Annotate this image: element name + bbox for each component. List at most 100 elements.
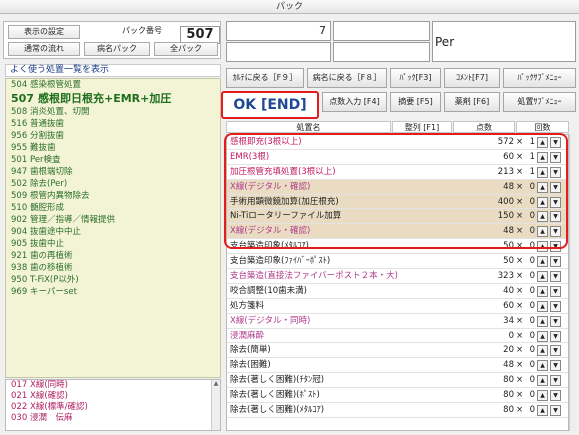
table-row[interactable]: 除去(著しく困難)(ﾎﾟｽﾄ) 80 × 0 ▲ ▼ [227, 388, 568, 404]
top-field-3[interactable] [333, 21, 430, 41]
spin-down-icon[interactable]: ▼ [550, 315, 561, 327]
spin-down-icon[interactable]: ▼ [550, 166, 561, 178]
frequent-list-item[interactable]: 509 根管内異物除去 [6, 190, 220, 202]
medicine-button[interactable]: 薬剤 [F6] [444, 92, 500, 112]
spin-up-icon[interactable]: ▲ [537, 375, 548, 387]
spin-up-icon[interactable]: ▲ [537, 256, 548, 268]
comment-button[interactable]: ｺﾒﾝﾄ[F7] [444, 68, 500, 88]
spin-up-icon[interactable]: ▲ [537, 300, 548, 312]
table-row[interactable]: 処方箋料 60 × 0 ▲ ▼ [227, 299, 568, 314]
procedure-list-item[interactable]: 030 浸潤 伝麻 [6, 413, 220, 424]
table-row[interactable]: 支台築造印象(ﾌｧｲﾊﾞｰﾎﾟｽﾄ) 50 × 0 ▲ ▼ [227, 254, 568, 270]
spin-down-icon[interactable]: ▼ [550, 345, 561, 357]
spin-down-icon[interactable]: ▼ [550, 271, 561, 283]
spin-up-icon[interactable]: ▲ [537, 137, 548, 148]
frequent-list-item[interactable]: 507 感根即日根充+EMR+加圧 [6, 91, 220, 106]
display-settings-button[interactable]: 表示の設定 [8, 25, 80, 39]
table-row[interactable]: X線(デジタル・確認) 48 × 0 ▲ ▼ [227, 224, 568, 240]
table-row[interactable]: 浸潤麻酔 0 × 0 ▲ ▼ [227, 329, 568, 344]
procedure-list-item[interactable]: 022 X線(標準/確認) [6, 402, 220, 413]
table-row[interactable]: X線(デジタル・確認) 48 × 0 ▲ ▼ [227, 179, 568, 195]
frequent-list-item[interactable]: 501 Per検査 [6, 154, 220, 166]
spin-up-icon[interactable]: ▲ [537, 271, 548, 283]
spin-down-icon[interactable]: ▼ [550, 330, 561, 342]
frequent-list-item[interactable]: 502 除去(Per) [6, 178, 220, 190]
spin-up-icon[interactable]: ▲ [537, 345, 548, 357]
frequent-list-item[interactable]: 956 分割抜歯 [6, 130, 220, 142]
table-row[interactable]: 支台築造(直接法ファイバーポスト２本・大) 323 × 0 ▲ ▼ [227, 269, 568, 284]
spin-down-icon[interactable]: ▼ [550, 256, 561, 268]
spin-up-icon[interactable]: ▲ [537, 181, 548, 193]
spin-down-icon[interactable]: ▼ [550, 390, 561, 402]
table-row[interactable]: 加圧根管充填処置(3根以上) 213 × 1 ▲ ▼ [227, 164, 568, 180]
table-row[interactable]: 感根即充(3根以上) 572 × 1 ▲ ▼ [227, 135, 568, 150]
ok-end-button[interactable]: OK [END] [221, 91, 319, 119]
pack-button[interactable]: ﾊﾟｯｸ[F3] [390, 68, 441, 88]
spin-up-icon[interactable]: ▲ [537, 360, 548, 372]
disease-pack-button[interactable]: 病名パック [84, 42, 150, 56]
frequent-list-item[interactable]: 969 キーパーset [6, 286, 220, 298]
all-pack-button[interactable]: 全パック [154, 42, 218, 56]
spin-down-icon[interactable]: ▼ [550, 285, 561, 297]
frequent-list-item[interactable]: 516 普通抜歯 [6, 118, 220, 130]
frequent-list-item[interactable]: 510 髄腔形成 [6, 202, 220, 214]
spin-down-icon[interactable]: ▼ [550, 405, 561, 417]
normal-flow-button[interactable]: 通常の流れ [8, 42, 80, 56]
spin-down-icon[interactable]: ▼ [550, 211, 561, 223]
spin-up-icon[interactable]: ▲ [537, 241, 548, 253]
top-field-2[interactable] [226, 42, 331, 62]
frequent-list-item[interactable]: 947 歯根端切除 [6, 166, 220, 178]
spin-up-icon[interactable]: ▲ [537, 211, 548, 223]
table-row[interactable]: 除去(困難) 48 × 0 ▲ ▼ [227, 358, 568, 374]
frequent-list-item[interactable]: 904 抜歯途中中止 [6, 226, 220, 238]
spin-down-icon[interactable]: ▼ [550, 181, 561, 193]
spin-down-icon[interactable]: ▼ [550, 360, 561, 372]
spin-down-icon[interactable]: ▼ [550, 241, 561, 253]
table-row[interactable]: 支台築造印象(ﾒﾀﾙｺｱ) 50 × 0 ▲ ▼ [227, 239, 568, 255]
spin-up-icon[interactable]: ▲ [537, 166, 548, 178]
spin-down-icon[interactable]: ▼ [550, 196, 561, 208]
top-field-4[interactable] [333, 42, 430, 62]
spin-down-icon[interactable]: ▼ [550, 226, 561, 238]
spin-up-icon[interactable]: ▲ [537, 151, 548, 163]
table-row[interactable]: 除去(著しく困難)(ﾒﾀﾙｺｱ) 80 × 0 ▲ ▼ [227, 403, 568, 418]
spin-down-icon[interactable]: ▼ [550, 375, 561, 387]
procedure-list-item[interactable]: 017 X線(同時) [6, 380, 220, 391]
per-field[interactable]: Per [432, 21, 576, 62]
table-row[interactable]: 除去(著しく困難)(ﾁﾀﾝ冠) 80 × 0 ▲ ▼ [227, 373, 568, 389]
spin-up-icon[interactable]: ▲ [537, 405, 548, 417]
spin-down-icon[interactable]: ▼ [550, 300, 561, 312]
frequent-list-item[interactable]: 921 歯の再植術 [6, 250, 220, 262]
table-row[interactable]: 手術用顕微鏡加算(加圧根充) 400 × 0 ▲ ▼ [227, 194, 568, 210]
spin-up-icon[interactable]: ▲ [537, 315, 548, 327]
table-row[interactable]: EMR(3根) 60 × 1 ▲ ▼ [227, 149, 568, 165]
summary-button[interactable]: 摘要 [F5] [390, 92, 441, 112]
frequent-list-item[interactable]: 902 管理／指導／情報提供 [6, 214, 220, 226]
table-row[interactable]: X線(デジタル・同時) 34 × 0 ▲ ▼ [227, 314, 568, 329]
spin-up-icon[interactable]: ▲ [537, 226, 548, 238]
spin-up-icon[interactable]: ▲ [537, 285, 548, 297]
frequent-list-item[interactable]: 938 歯の移植術 [6, 262, 220, 274]
table-row[interactable]: 咬合調整(10歯未満) 40 × 0 ▲ ▼ [227, 284, 568, 299]
spin-up-icon[interactable]: ▲ [537, 196, 548, 208]
frequent-list-item[interactable]: 955 難抜歯 [6, 142, 220, 154]
table-row[interactable]: Ni-Tiロータリーファイル加算 150 × 0 ▲ ▼ [227, 209, 568, 225]
point-input-button[interactable]: 点数入力 [F4] [322, 92, 387, 112]
treatment-submenu-button[interactable]: 処置ｻﾌﾞﾒﾆｭｰ [503, 92, 576, 112]
back-to-chart-button[interactable]: ｶﾙﾃに戻る［F９］ [226, 68, 304, 88]
spin-down-icon[interactable]: ▼ [550, 151, 561, 163]
pack-submenu-button[interactable]: ﾊﾟｯｸｻﾌﾞﾒﾆｭｰ [503, 68, 576, 88]
table-scrollbar[interactable] [569, 134, 576, 431]
frequent-list-item[interactable]: 504 感染根管処置 [6, 79, 220, 91]
frequent-list-item[interactable]: 950 T-FiX(P以外) [6, 274, 220, 286]
frequent-list-item[interactable]: 508 消炎処置、切開 [6, 106, 220, 118]
sort-column-header[interactable]: 整列 [F1] [392, 121, 452, 133]
frequent-list-item[interactable]: 905 抜歯中止 [6, 238, 220, 250]
procedure-list-item[interactable]: 021 X線(確認) [6, 391, 220, 402]
bottom-list-scrollbar[interactable]: ▲ [211, 380, 220, 430]
top-value-field[interactable]: 7 [226, 21, 331, 41]
back-to-disease-button[interactable]: 病名に戻る［F８］ [307, 68, 387, 88]
spin-up-icon[interactable]: ▲ [537, 330, 548, 342]
spin-up-icon[interactable]: ▲ [537, 390, 548, 402]
table-row[interactable]: 除去(簡単) 20 × 0 ▲ ▼ [227, 343, 568, 359]
